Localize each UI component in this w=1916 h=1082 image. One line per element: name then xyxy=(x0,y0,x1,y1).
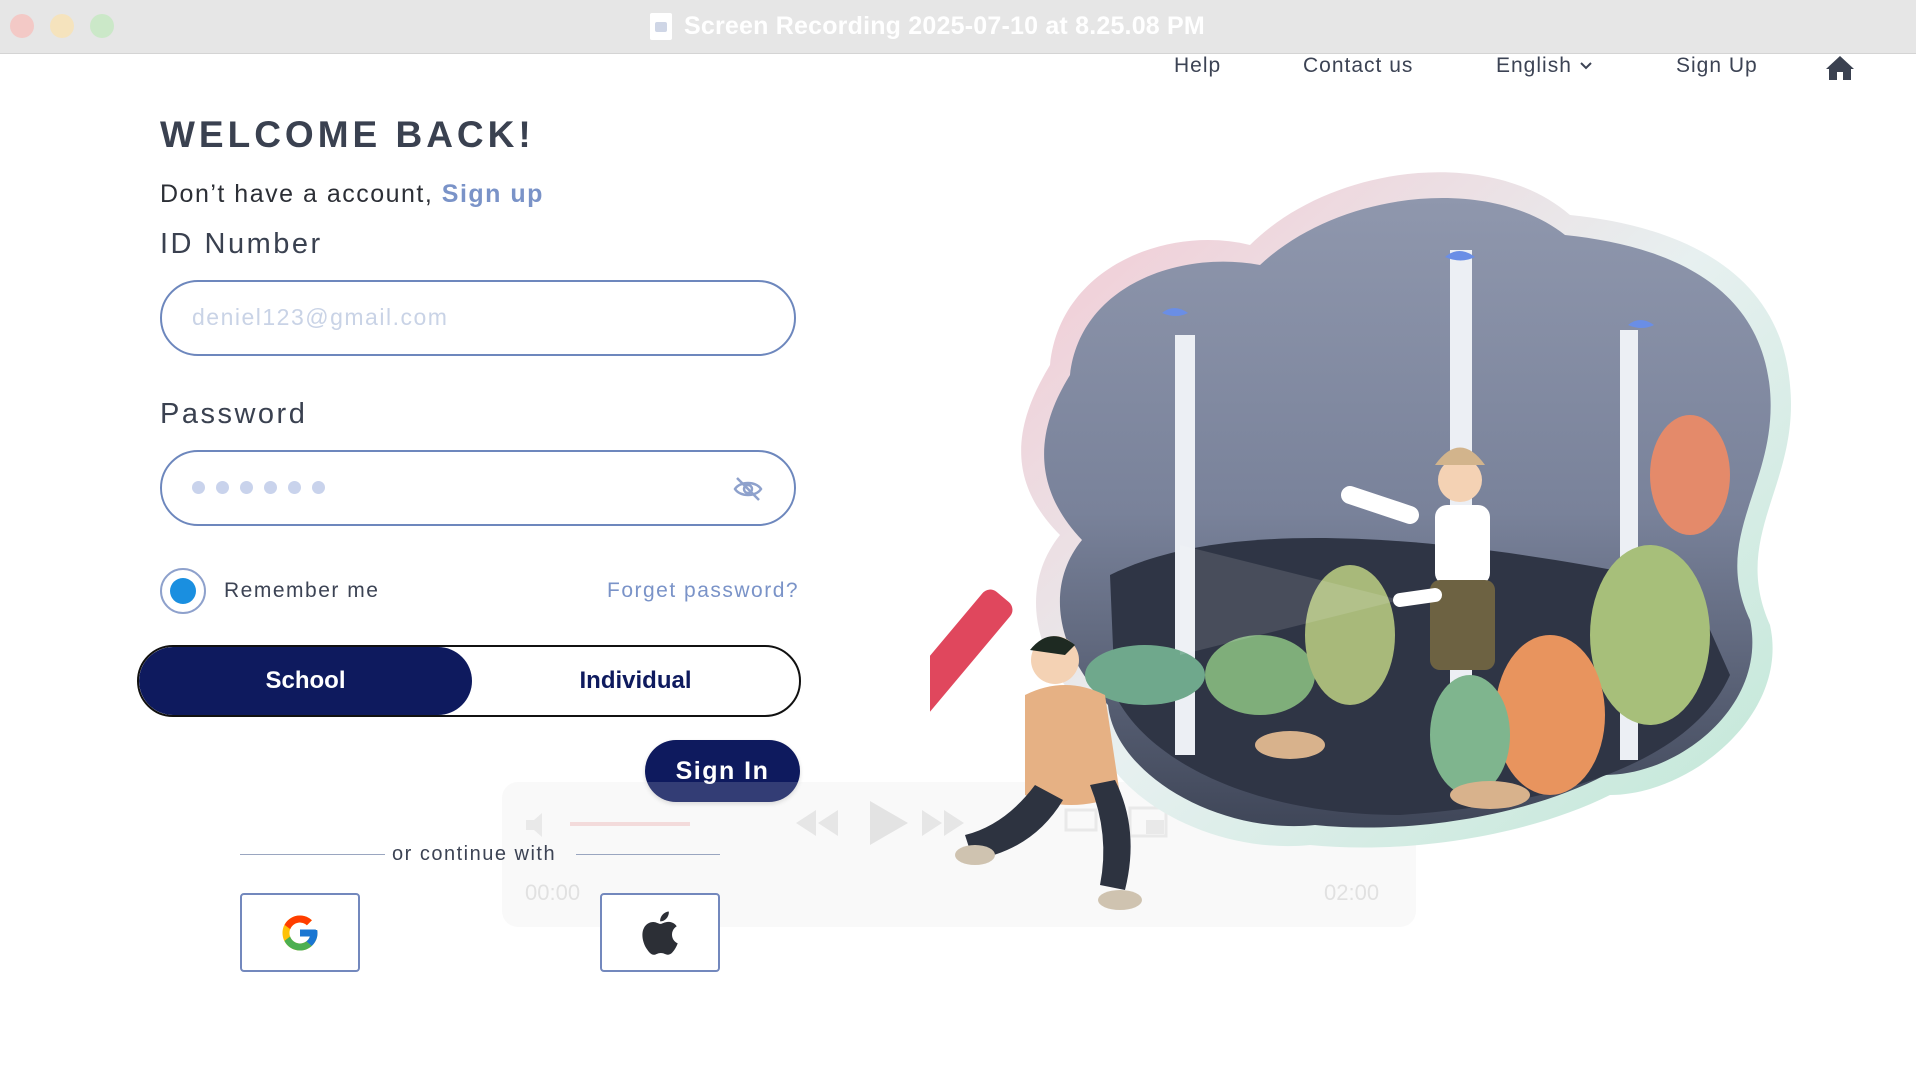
nav-contact-link[interactable]: Contact us xyxy=(1303,54,1413,78)
language-select[interactable]: English xyxy=(1496,54,1592,78)
apple-login-button[interactable] xyxy=(600,893,720,972)
close-window-button[interactable] xyxy=(10,14,34,38)
id-number-placeholder: deniel123@gmail.com xyxy=(192,304,449,330)
account-type-toggle: School Individual xyxy=(137,645,801,717)
rewind-icon xyxy=(796,810,838,836)
divider-left xyxy=(240,854,385,855)
or-continue-text: or continue with xyxy=(392,843,557,865)
remember-me-label[interactable]: Remember me xyxy=(224,579,379,603)
id-number-field[interactable]: deniel123@gmail.com xyxy=(160,280,796,356)
radio-selected-dot xyxy=(170,578,196,604)
eye-slash-icon[interactable] xyxy=(732,474,764,504)
password-field[interactable] xyxy=(160,450,796,526)
forest-explorer-illustration xyxy=(930,172,1791,910)
password-label: Password xyxy=(160,398,308,430)
no-account-text: Don’t have a account, Sign up xyxy=(160,180,544,209)
volume-slider xyxy=(570,822,690,826)
window-title-text: Screen Recording 2025-07-10 at 8.25.08 P… xyxy=(684,11,1205,40)
nav-help-link[interactable]: Help xyxy=(1174,54,1221,78)
toggle-school[interactable]: School xyxy=(139,647,472,715)
language-label: English xyxy=(1496,54,1572,77)
play-icon xyxy=(870,801,908,845)
video-current-time: 00:00 xyxy=(525,880,581,905)
id-number-label: ID Number xyxy=(160,228,323,260)
nav-signup-link[interactable]: Sign Up xyxy=(1676,54,1758,78)
no-account-prompt: Don’t have a account, xyxy=(160,180,434,208)
window-title-bar: Screen Recording 2025-07-10 at 8.25.08 P… xyxy=(0,0,1916,54)
toggle-individual[interactable]: Individual xyxy=(472,647,799,715)
window-title: Screen Recording 2025-07-10 at 8.25.08 P… xyxy=(650,10,1205,42)
password-mask xyxy=(192,481,325,494)
home-icon[interactable] xyxy=(1825,54,1855,82)
signup-link[interactable]: Sign up xyxy=(442,180,544,208)
google-login-button[interactable] xyxy=(240,893,360,972)
chevron-down-icon xyxy=(1580,62,1592,70)
volume-icon xyxy=(526,813,542,837)
remember-me-radio[interactable] xyxy=(160,568,206,614)
apple-icon xyxy=(642,911,678,955)
page-title: WELCOME BACK! xyxy=(160,114,535,155)
zoom-window-button[interactable] xyxy=(90,14,114,38)
forgot-password-link[interactable]: Forget password? xyxy=(607,579,799,603)
document-icon xyxy=(650,12,672,40)
google-icon xyxy=(282,915,318,950)
minimize-window-button[interactable] xyxy=(50,14,74,38)
divider-right xyxy=(576,854,720,855)
